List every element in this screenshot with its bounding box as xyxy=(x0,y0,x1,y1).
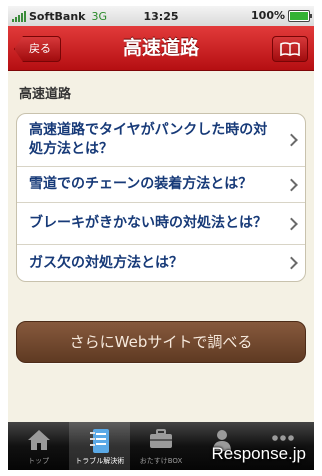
list-item[interactable]: ガス欠の対処方法とは？ xyxy=(17,245,305,281)
tab-otasuke-box[interactable]: おたすけBOX xyxy=(130,422,191,470)
list-item[interactable]: 高速道路でタイヤがパンクした時の対処方法とは？ xyxy=(17,114,305,167)
page-title: 高速道路 xyxy=(122,37,199,59)
tab-label: トップ xyxy=(28,457,50,465)
list-item-label: ブレーキがきかない時の対処法とは？ xyxy=(29,215,267,231)
list-item[interactable]: 雪道でのチェーンの装着方法とは？ xyxy=(17,167,305,203)
battery-percent: 100% xyxy=(251,9,285,22)
search-website-button[interactable]: さらにWebサイトで調べる xyxy=(16,321,306,363)
notebook-icon xyxy=(89,429,109,453)
tab-top[interactable]: トップ xyxy=(8,422,69,470)
list-item-label: 雪道でのチェーンの装着方法とは？ xyxy=(29,176,253,192)
toolbox-icon xyxy=(150,429,172,448)
tab-trouble[interactable]: トラブル解決術 xyxy=(69,422,131,470)
chevron-right-icon xyxy=(285,133,298,147)
section-title: 高速道路 xyxy=(19,87,72,102)
tab-label: おたすけBOX xyxy=(139,457,183,465)
home-icon xyxy=(27,430,50,450)
watermark: Response.jp xyxy=(211,444,306,463)
tab-label: トラブル解決術 xyxy=(75,457,125,465)
status-bar: SoftBank 3G 13:25 100% xyxy=(8,6,314,26)
chevron-right-icon xyxy=(285,178,298,191)
phone-screen: SoftBank 3G 13:25 100% 戻る 高速道路 高速道路 高速道路… xyxy=(8,6,314,470)
question-list: 高速道路でタイヤがパンクした時の対処方法とは？ 雪道でのチェーンの装着方法とは？… xyxy=(16,113,306,282)
battery-icon xyxy=(288,9,312,22)
chevron-right-icon xyxy=(285,217,298,230)
signal-icon xyxy=(12,10,26,22)
list-item[interactable]: ブレーキがきかない時の対処法とは？ xyxy=(17,203,305,245)
network-type: 3G xyxy=(91,9,108,23)
navigation-bar: 戻る 高速道路 xyxy=(8,26,314,71)
list-item-label: 高速道路でタイヤがパンクした時の対処方法とは？ xyxy=(29,122,268,157)
list-item-label: ガス欠の対処方法とは？ xyxy=(29,254,183,271)
bookmark-button[interactable] xyxy=(272,36,308,62)
chevron-right-icon xyxy=(285,256,298,270)
book-icon xyxy=(280,42,300,56)
carrier-name: SoftBank xyxy=(29,9,86,23)
